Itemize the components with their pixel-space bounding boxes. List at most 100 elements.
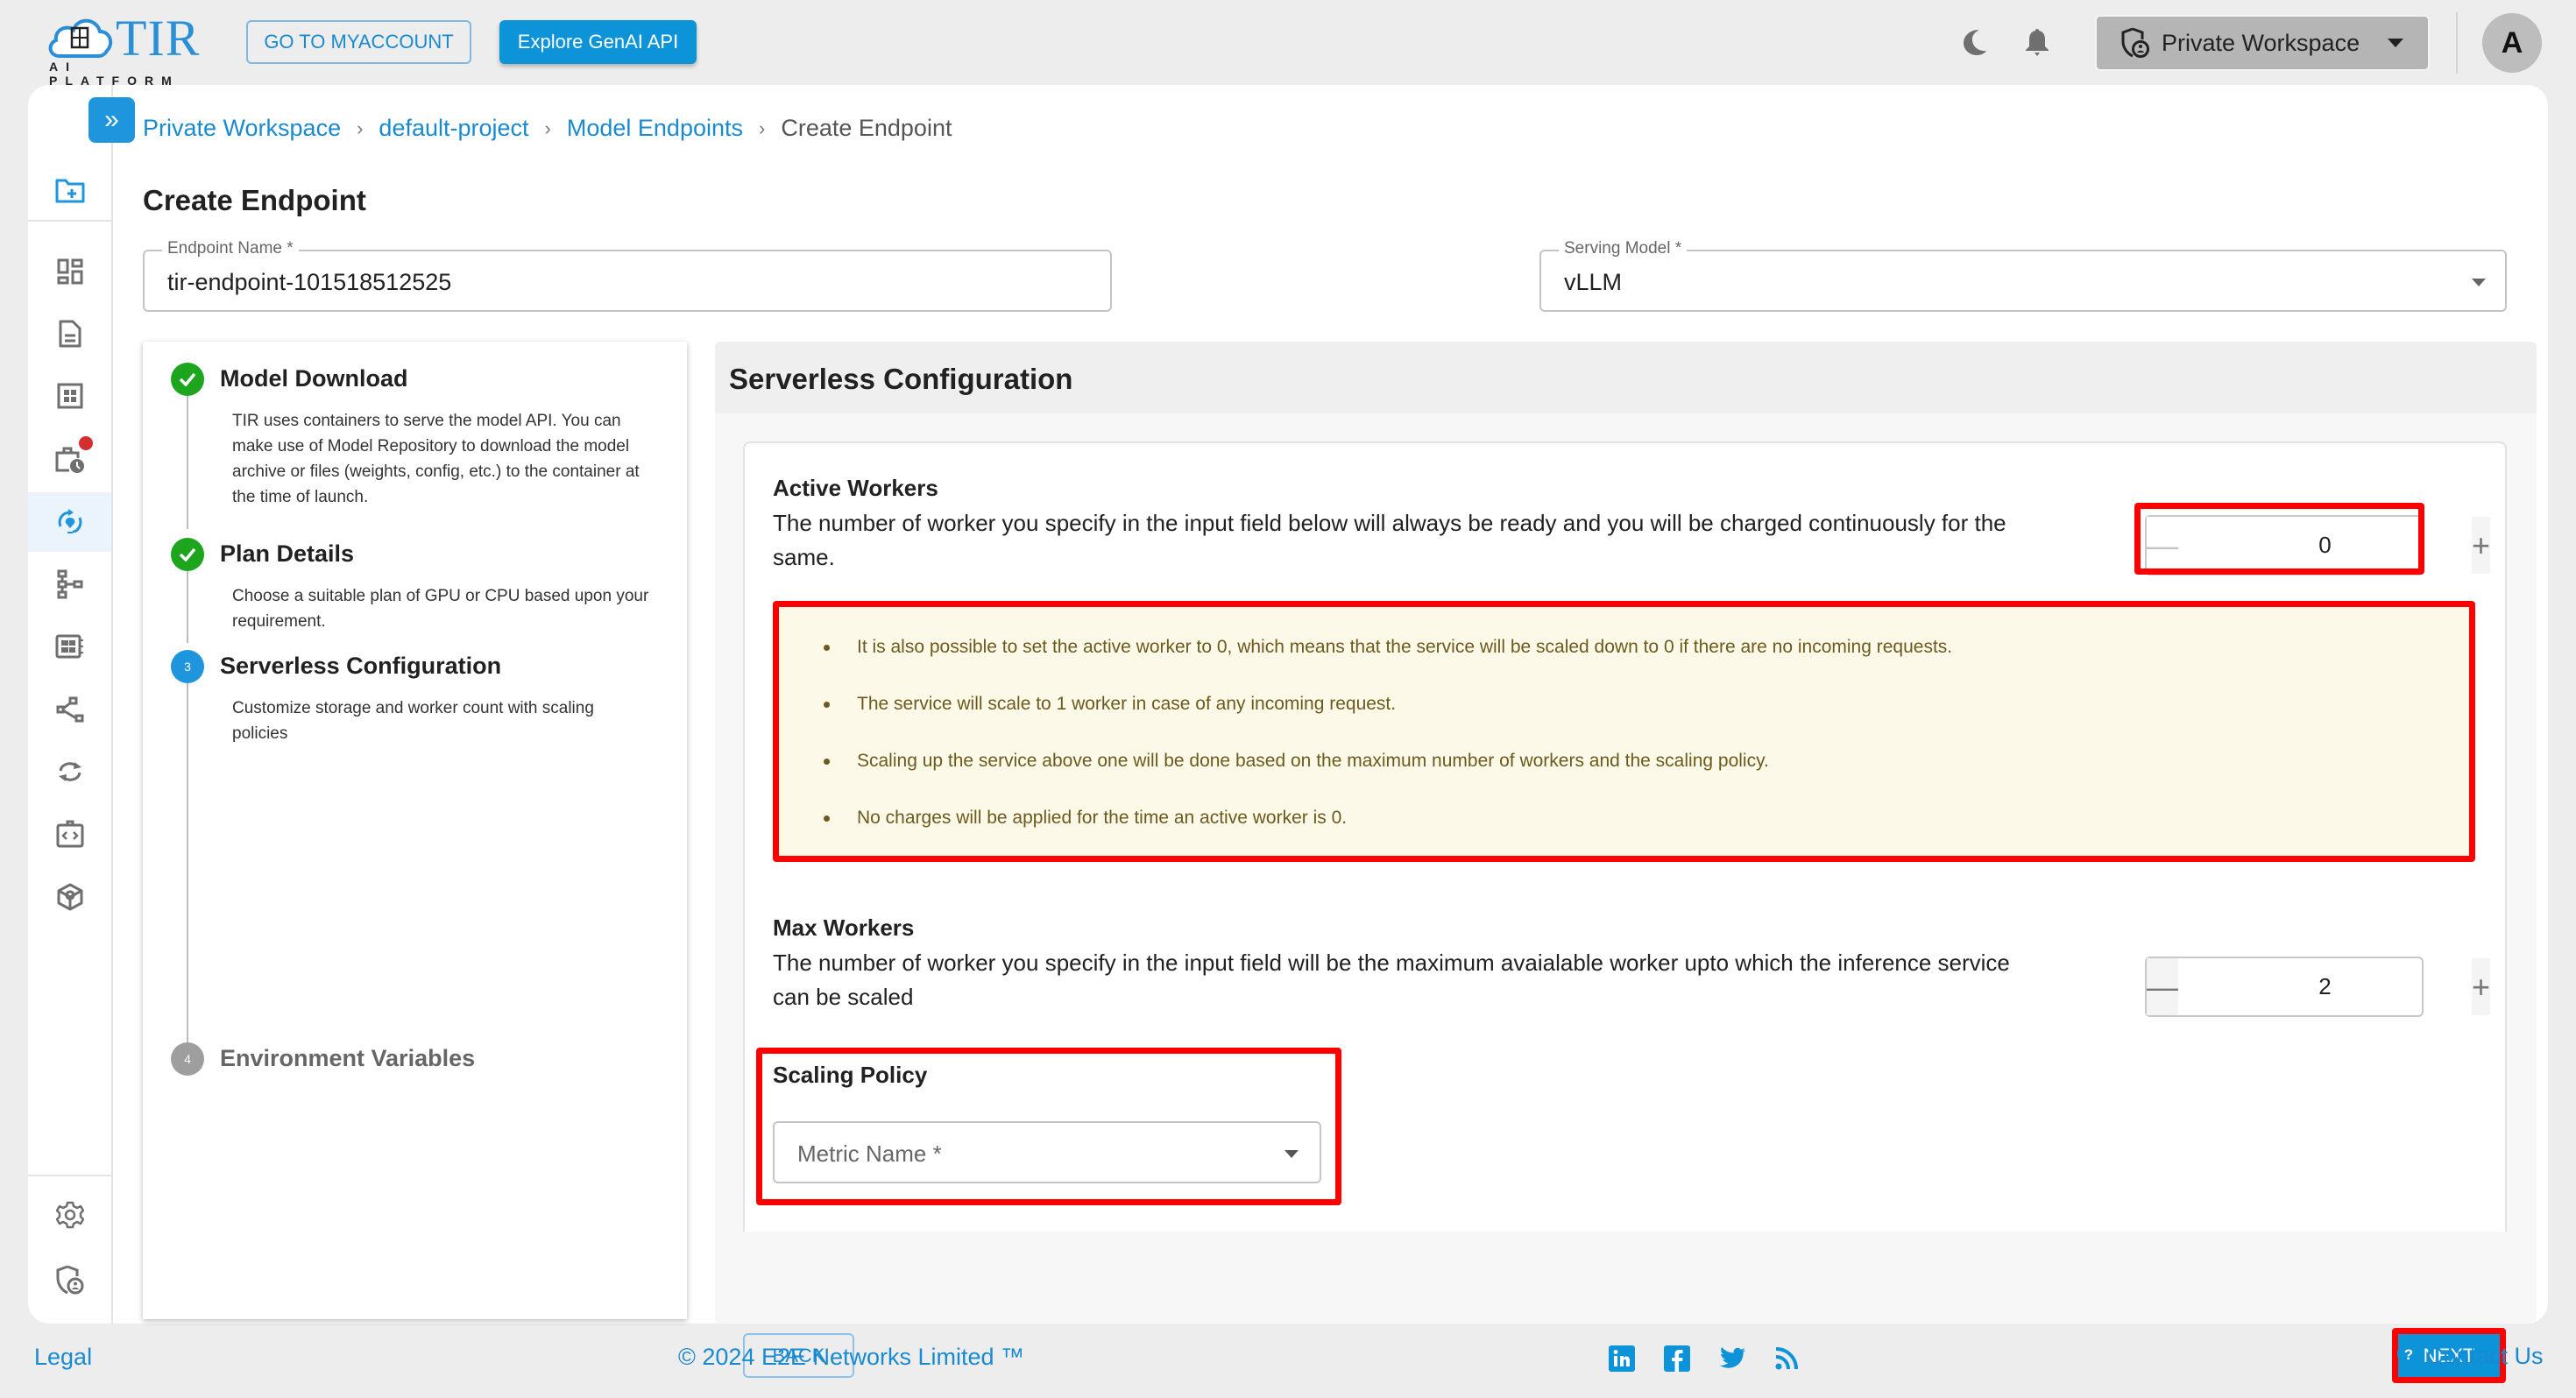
sidebar-item-registry[interactable]: [28, 617, 111, 676]
sidebar-item-integrations[interactable]: [28, 680, 111, 739]
step-description: TIR uses containers to serve the model A…: [232, 412, 640, 506]
sidebar-item-settings[interactable]: [28, 1185, 111, 1245]
max-workers-input[interactable]: [2178, 973, 2472, 1000]
sync-icon: [58, 762, 81, 781]
check-circle-icon: [171, 538, 204, 571]
rss-link[interactable]: [1772, 1344, 1801, 1373]
user-avatar[interactable]: A: [2482, 13, 2542, 73]
legal-link[interactable]: Legal: [34, 1344, 92, 1371]
info-list: It is also possible to set the active wo…: [824, 637, 1952, 865]
sidebar-item-model-endpoints[interactable]: [28, 492, 111, 552]
info-item: It is also possible to set the active wo…: [824, 637, 1952, 694]
info-notice: It is also possible to set the active wo…: [776, 605, 2471, 857]
main-content-card: » Private Workspace › default-project › …: [28, 85, 2548, 1383]
max-workers-stepper[interactable]: — +: [2145, 957, 2491, 1017]
serving-model-value: vLLM: [1564, 269, 1623, 295]
dashboard-icon: [57, 258, 82, 285]
contact-us-link[interactable]: ? Contact Us: [2396, 1342, 2544, 1370]
sidebar-item-sync[interactable]: [28, 742, 111, 801]
step-description: Choose a suitable plan of GPU or CPU bas…: [232, 587, 649, 631]
expand-sidebar-button[interactable]: »: [88, 97, 135, 143]
registry-icon: [55, 634, 83, 659]
shield-user-icon: [2121, 27, 2149, 58]
sidebar-item-pipelines[interactable]: [28, 554, 111, 614]
decrement-button[interactable]: —: [2147, 517, 2178, 574]
serving-model-label: Serving Model *: [1559, 239, 1688, 258]
twitter-icon: [1719, 1347, 1745, 1368]
grid-icon: [57, 383, 82, 409]
workspace-selector[interactable]: Private Workspace: [2095, 15, 2430, 71]
breadcrumb-separator: ›: [544, 116, 551, 139]
breadcrumb-default-project[interactable]: default-project: [379, 115, 528, 142]
step-title: Model Download: [220, 365, 408, 392]
model-endpoint-icon: [58, 509, 81, 533]
step-connector: [187, 394, 188, 529]
cloud-logo-icon: [48, 18, 113, 58]
sidebar-separator: [28, 220, 111, 222]
decrement-button[interactable]: —: [2147, 958, 2178, 1015]
scheduled-job-icon: [55, 447, 84, 473]
active-workers-title: Active Workers: [773, 475, 938, 501]
sidebar-item-notebooks[interactable]: [28, 304, 111, 364]
breadcrumb-model-endpoints[interactable]: Model Endpoints: [567, 115, 743, 142]
sidebar-item-new-project[interactable]: [28, 160, 111, 220]
check-circle-icon: [171, 363, 204, 396]
breadcrumb-separator: ›: [759, 116, 766, 139]
metric-name-placeholder: Metric Name *: [797, 1140, 942, 1167]
increment-button[interactable]: +: [2472, 517, 2491, 574]
workspace-label: Private Workspace: [2162, 29, 2360, 56]
endpoint-name-input[interactable]: [167, 269, 1037, 296]
step-number-badge: 4: [171, 1042, 204, 1076]
facebook-link[interactable]: [1662, 1344, 1692, 1373]
linkedin-icon: [1609, 1345, 1635, 1372]
page-title: Create Endpoint: [143, 184, 366, 216]
section-header: Serverless Configuration: [715, 342, 2537, 413]
info-item: No charges will be applied for the time …: [824, 808, 1952, 865]
tir-logo[interactable]: TIR AI PLATFORM: [46, 10, 212, 88]
svg-text:?: ?: [2404, 1346, 2413, 1363]
sidebar-item-security[interactable]: [28, 1250, 111, 1310]
notifications-button[interactable]: [2021, 26, 2053, 58]
step-title: Plan Details: [220, 540, 355, 567]
settings-icon: [55, 1201, 84, 1229]
max-workers-description: The number of worker you specify in the …: [773, 950, 2010, 1010]
dark-mode-toggle[interactable]: [1959, 26, 1991, 58]
max-workers-title: Max Workers: [773, 914, 915, 941]
step-title: Serverless Configuration: [220, 653, 502, 679]
pipeline-icon: [57, 569, 82, 599]
bell-icon: [2026, 29, 2049, 56]
active-workers-stepper[interactable]: — +: [2145, 515, 2491, 575]
shield-user-icon: [56, 1265, 83, 1295]
sidebar-item-dashboard[interactable]: [28, 242, 111, 301]
metric-name-select[interactable]: Metric Name *: [773, 1121, 1321, 1183]
sidebar-item-api-tokens[interactable]: [28, 804, 111, 864]
cube-icon: [57, 883, 82, 911]
twitter-link[interactable]: [1717, 1344, 1747, 1373]
endpoint-name-field[interactable]: Endpoint Name *: [143, 239, 1112, 312]
notification-badge: [79, 436, 93, 450]
info-item: Scaling up the service above one will be…: [824, 751, 1952, 808]
step-connector: [187, 683, 188, 1042]
explore-genai-api-button[interactable]: Explore GenAI API: [499, 20, 697, 64]
moon-icon: [1964, 30, 1986, 55]
serving-model-select[interactable]: Serving Model * vLLM: [1539, 239, 2507, 312]
sidebar-item-scheduled-jobs[interactable]: [28, 429, 111, 489]
breadcrumb: Private Workspace › default-project › Mo…: [143, 115, 952, 142]
step-description: Customize storage and worker count with …: [232, 699, 594, 743]
increment-button[interactable]: +: [2472, 958, 2491, 1015]
help-bubble-icon: ?: [2397, 1343, 2420, 1369]
breadcrumb-private-workspace[interactable]: Private Workspace: [143, 115, 341, 142]
active-workers-input[interactable]: [2178, 532, 2472, 559]
folder-plus-icon: [55, 179, 84, 203]
rss-icon: [1775, 1347, 1798, 1370]
sidebar-item-datasets[interactable]: [28, 366, 111, 426]
go-to-myaccount-button[interactable]: GO TO MYACCOUNT: [246, 20, 471, 64]
document-icon: [59, 320, 81, 348]
double-chevron-right-icon: »: [104, 105, 119, 134]
section-title: Serverless Configuration: [729, 363, 1073, 395]
caret-down-icon: [2472, 279, 2486, 286]
linkedin-link[interactable]: [1607, 1344, 1637, 1373]
sidebar-item-foundation-models[interactable]: [28, 867, 111, 927]
header-divider: [2456, 12, 2458, 74]
logo-title: TIR: [116, 10, 201, 67]
